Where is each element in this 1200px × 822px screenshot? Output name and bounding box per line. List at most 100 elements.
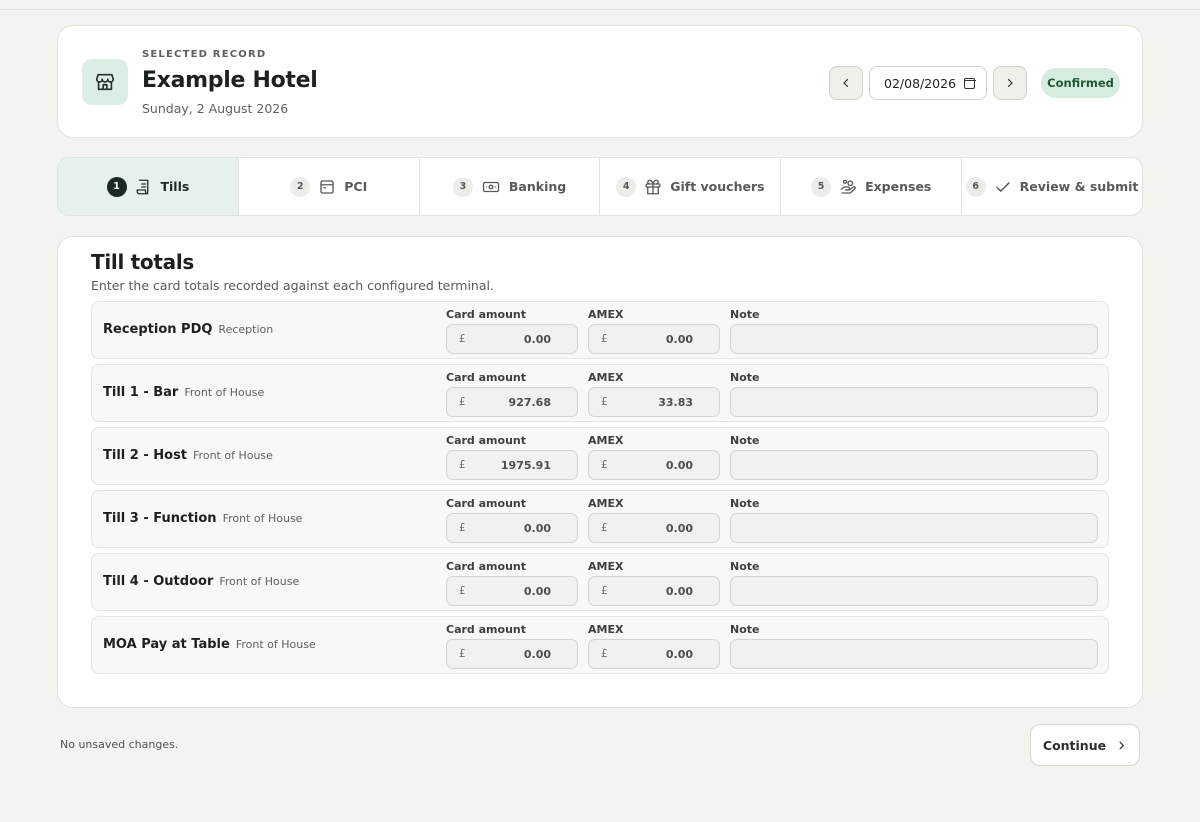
amex-value: 0.00 (665, 521, 693, 535)
record-kicker: SELECTED RECORD (142, 49, 267, 60)
card-amount-input[interactable]: £1975.91 (446, 450, 578, 480)
card-amount-input[interactable]: £927.68 (446, 387, 578, 417)
terminal-name: Till 2 - Host Front of House (103, 448, 273, 463)
card-amount-input[interactable]: £0.00 (446, 324, 578, 354)
note-label: Note (730, 623, 760, 636)
tab-label: PCI (344, 179, 368, 194)
terminal-row: Till 2 - Host Front of House Card amount £1… (91, 427, 1109, 485)
terminal-name: Till 1 - Bar Front of House (103, 385, 264, 400)
amex-input[interactable]: £0.00 (588, 576, 720, 606)
note-label: Note (730, 560, 760, 573)
amex-label: AMEX (588, 434, 624, 447)
currency-symbol: £ (459, 459, 466, 471)
amex-input[interactable]: £0.00 (588, 639, 720, 669)
amex-input[interactable]: £0.00 (588, 324, 720, 354)
tab-pci[interactable]: 2 PCI (239, 158, 420, 215)
amex-input[interactable]: £33.83 (588, 387, 720, 417)
amex-label: AMEX (588, 560, 624, 573)
card-amount-label: Card amount (446, 371, 526, 384)
step-number: 3 (452, 176, 473, 197)
card-amount-input[interactable]: £0.00 (446, 576, 578, 606)
card-amount-label: Card amount (446, 560, 526, 573)
calendar-icon[interactable] (963, 78, 976, 89)
card-amount-value: 927.68 (508, 395, 551, 409)
card-amount-label: Card amount (446, 308, 526, 321)
page-title: Example Hotel (142, 68, 318, 93)
terminal-area: Front of House (193, 449, 273, 462)
currency-symbol: £ (601, 459, 608, 471)
tab-label: Tills (160, 179, 190, 194)
tab-label: Gift vouchers (670, 179, 765, 194)
card-icon (320, 179, 334, 194)
note-label: Note (730, 434, 760, 447)
amex-value: 0.00 (665, 584, 693, 598)
terminal-area: Front of House (235, 638, 316, 651)
status-badge: Confirmed (1041, 68, 1120, 98)
terminal-name-text: MOA Pay at Table (103, 637, 230, 652)
amex-label: AMEX (588, 308, 624, 321)
terminal-name: Till 4 - Outdoor Front of House (103, 574, 299, 589)
step-number: 2 (290, 176, 311, 197)
amex-value: 0.00 (665, 332, 693, 346)
terminal-name-text: Till 1 - Bar (103, 385, 179, 400)
note-input[interactable] (730, 324, 1098, 354)
date-input-value: 02/08/2026 (884, 75, 957, 91)
panel-title: Till totals (91, 250, 194, 274)
card-amount-label: Card amount (446, 497, 526, 510)
card-amount-input[interactable]: £0.00 (446, 639, 578, 669)
note-input[interactable] (730, 513, 1098, 543)
amex-value: 0.00 (665, 458, 693, 472)
amex-value: 33.83 (658, 395, 693, 409)
banknote-icon (482, 181, 500, 192)
note-input[interactable] (730, 450, 1098, 480)
amex-label: AMEX (588, 623, 624, 636)
terminal-name-text: Till 4 - Outdoor (103, 574, 214, 589)
store-icon (82, 59, 128, 105)
date-input[interactable]: 02/08/2026 (869, 66, 987, 100)
chevron-right-icon (1119, 741, 1125, 749)
terminal-row: Till 1 - Bar Front of House Card amount £92… (91, 364, 1109, 422)
tab-tills[interactable]: 1 Tills (58, 158, 239, 215)
record-date-long: Sunday, 2 August 2026 (142, 101, 289, 116)
note-label: Note (730, 497, 760, 510)
terminal-row: Reception PDQ Reception Card amount £0.00 AM… (91, 301, 1109, 359)
amex-value: 0.00 (665, 647, 693, 661)
note-input[interactable] (730, 387, 1098, 417)
next-day-button[interactable] (993, 66, 1027, 100)
gift-icon (645, 179, 661, 194)
previous-day-button[interactable] (829, 66, 863, 100)
currency-symbol: £ (459, 585, 466, 597)
terminal-row: Till 4 - Outdoor Front of House Card amoun… (91, 553, 1109, 611)
terminal-list: Reception PDQ Reception Card amount £0.00 AM… (91, 301, 1109, 679)
card-amount-input[interactable]: £0.00 (446, 513, 578, 543)
continue-label: Continue (1042, 737, 1107, 753)
tab-review-submit[interactable]: 6 Review & submit (962, 158, 1142, 215)
note-label: Note (730, 308, 760, 321)
terminal-name-text: Till 2 - Host (103, 448, 188, 463)
tab-banking[interactable]: 3 Banking (420, 158, 601, 215)
card-amount-value: 1975.91 (500, 458, 551, 472)
card-amount-value: 0.00 (523, 584, 551, 598)
terminal-row: MOA Pay at Table Front of House Card amoun… (91, 616, 1109, 674)
step-number: 6 (965, 176, 986, 197)
tab-gift-vouchers[interactable]: 4 Gift vouchers (600, 158, 782, 215)
tab-expenses[interactable]: 5 Expenses (781, 158, 963, 215)
save-status: No unsaved changes. (60, 738, 179, 751)
currency-symbol: £ (459, 396, 466, 408)
amex-label: AMEX (588, 371, 624, 384)
amex-input[interactable]: £0.00 (588, 513, 720, 543)
currency-symbol: £ (601, 648, 608, 660)
note-input[interactable] (730, 576, 1098, 606)
terminal-name: Reception PDQ Reception (103, 322, 273, 337)
check-icon (995, 181, 1010, 192)
note-input[interactable] (730, 639, 1098, 669)
step-number: 5 (811, 176, 832, 197)
step-number: 4 (616, 176, 637, 197)
tab-label: Banking (508, 179, 567, 194)
card-amount-value: 0.00 (523, 647, 551, 661)
currency-symbol: £ (601, 522, 608, 534)
card-amount-label: Card amount (446, 434, 526, 447)
amex-input[interactable]: £0.00 (588, 450, 720, 480)
record-card: SELECTED RECORD Example Hotel Sunday, 2 … (57, 25, 1143, 138)
continue-button[interactable]: Continue (1030, 724, 1140, 766)
